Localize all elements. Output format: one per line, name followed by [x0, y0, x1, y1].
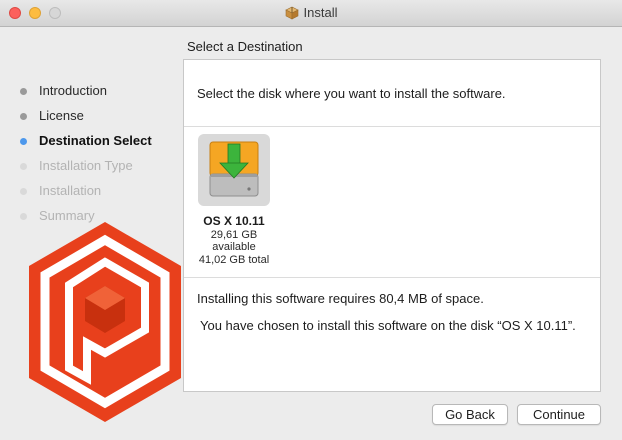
- disk-selection-highlight: [198, 134, 270, 206]
- disk-available: 29,61 GB available: [210, 229, 258, 253]
- step-dot-icon: [20, 163, 27, 170]
- divider: [184, 126, 600, 127]
- disk-name: OS X 10.11: [203, 214, 265, 228]
- installer-window: Install Select a Destination Introductio…: [0, 0, 622, 440]
- window-title: Install: [303, 5, 338, 20]
- sidebar-item-introduction: Introduction: [20, 82, 152, 107]
- disk-total: 41,02 GB total: [198, 254, 270, 266]
- step-sidebar: Introduction License Destination Select …: [20, 82, 152, 232]
- sidebar-item-installation-type: Installation Type: [20, 157, 152, 182]
- sidebar-item-label: Introduction: [39, 83, 107, 98]
- package-icon: [284, 6, 299, 23]
- go-back-button[interactable]: Go Back: [432, 404, 508, 425]
- hexagon-p-logo: [25, 218, 185, 433]
- sidebar-item-installation: Installation: [20, 182, 152, 207]
- space-requirement-text: Installing this software requires 80,4 M…: [197, 291, 484, 306]
- sidebar-item-label: Installation: [39, 183, 102, 198]
- title-bar: Install: [0, 0, 622, 27]
- step-dot-icon: [20, 88, 27, 95]
- step-title: Select a Destination: [187, 39, 303, 54]
- hard-drive-install-icon: [209, 141, 259, 197]
- sidebar-item-license: License: [20, 107, 152, 132]
- sidebar-item-label: Destination Select: [39, 133, 152, 148]
- destination-prompt: Select the disk where you want to instal…: [197, 86, 506, 101]
- divider: [184, 277, 600, 278]
- step-dot-icon: [20, 113, 27, 120]
- step-dot-icon: [20, 188, 27, 195]
- chosen-disk-text: You have chosen to install this software…: [200, 318, 576, 333]
- sidebar-item-label: Installation Type: [39, 158, 133, 173]
- continue-button[interactable]: Continue: [517, 404, 601, 425]
- step-dot-icon: [20, 138, 27, 145]
- sidebar-item-label: License: [39, 108, 84, 123]
- destination-panel: Select the disk where you want to instal…: [183, 59, 601, 392]
- window-title-group: Install: [0, 5, 622, 23]
- disk-os-x-10-11[interactable]: OS X 10.11 29,61 GB available 41,02 GB t…: [194, 134, 274, 266]
- sidebar-item-destination-select: Destination Select: [20, 132, 152, 157]
